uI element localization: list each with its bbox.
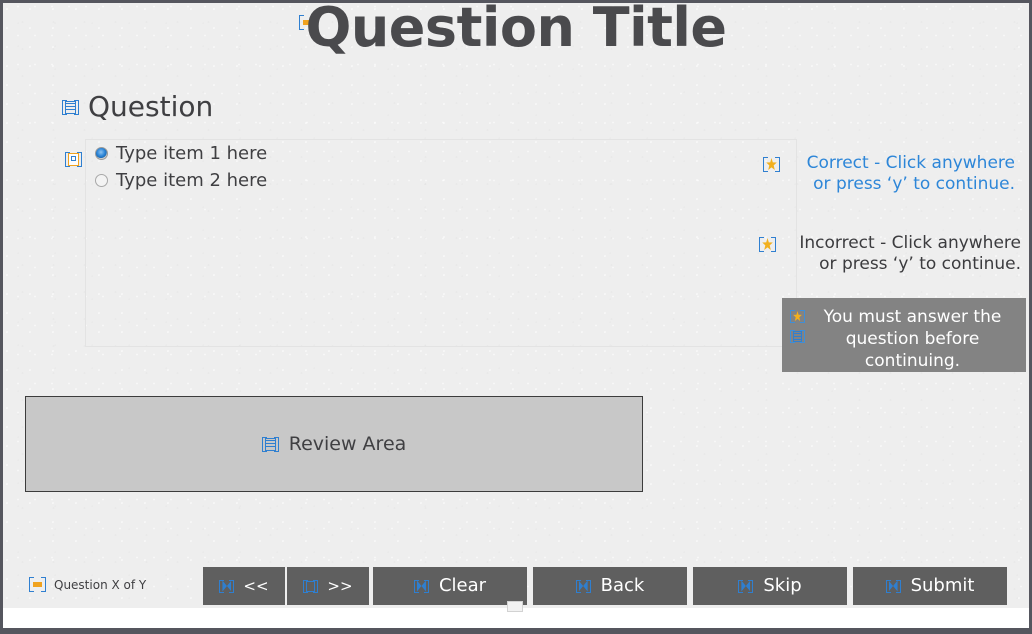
radio-button-2[interactable] (95, 174, 108, 187)
text-lines-glyph (793, 331, 802, 342)
must-answer-line1: You must answer the (823, 307, 1002, 327)
star-glyph (762, 238, 773, 250)
submit-button-label: Submit (910, 575, 975, 596)
shape-object-icon (29, 577, 46, 592)
list-item[interactable]: Type item 1 here (86, 140, 796, 167)
next-button-label: >> (327, 576, 353, 595)
caption-star-icon (790, 310, 805, 323)
choice-label-1: Type item 1 here (116, 142, 268, 164)
question-counter[interactable]: Question X of Y (29, 577, 146, 592)
text-lines-glyph (264, 437, 276, 451)
button-object-icon (738, 579, 754, 593)
button-object-icon (413, 579, 429, 593)
radio-button-1[interactable] (95, 147, 108, 160)
radio-group-icon (65, 152, 82, 167)
clear-button[interactable]: Clear (373, 567, 527, 605)
bowtie-glyph (416, 580, 426, 592)
must-answer-line3: continuing. (864, 350, 961, 371)
bowtie-glyph (741, 580, 751, 592)
correct-feedback-line1: Correct - Click anywhere (806, 153, 1015, 173)
application-window-frame: Question Title Question Type item 1 here… (0, 0, 1032, 634)
skip-button[interactable]: Skip (693, 567, 847, 605)
correct-feedback-line2: or press ‘y’ to continue. (813, 174, 1015, 195)
button-object-icon (219, 579, 235, 593)
caption-star-icon (759, 237, 776, 252)
incorrect-feedback-line2: or press ‘y’ to continue. (819, 254, 1021, 275)
previous-button-label: << (243, 576, 269, 595)
text-block-icon (261, 436, 279, 452)
correct-feedback-caption[interactable]: Correct - Click anywhere or press ‘y’ to… (763, 153, 1015, 196)
caption-star-icon (763, 157, 780, 172)
bowtie-glyph (888, 580, 898, 592)
button-object-icon-hollow (303, 579, 319, 593)
bowtie-hollow-glyph (306, 580, 316, 592)
skip-button-label: Skip (763, 575, 802, 596)
must-answer-line2: question before (845, 328, 980, 349)
back-button-label: Back (600, 575, 645, 596)
incorrect-feedback-caption[interactable]: Incorrect - Click anywhere or press ‘y’ … (759, 233, 1021, 276)
bowtie-glyph (222, 580, 232, 592)
page-title: Question Title (305, 3, 727, 59)
orange-bar-glyph (33, 582, 42, 587)
list-item[interactable]: Type item 2 here (86, 167, 796, 194)
back-button[interactable]: Back (533, 567, 687, 605)
must-answer-caption[interactable]: You must answer the question before cont… (782, 298, 1026, 372)
slide-resize-handle[interactable] (507, 601, 523, 612)
text-block-icon (790, 330, 805, 343)
question-heading-label: Question (88, 90, 214, 123)
text-block-icon (62, 99, 79, 115)
question-counter-label: Question X of Y (54, 577, 147, 592)
clear-button-label: Clear (438, 575, 487, 596)
submit-button[interactable]: Submit (853, 567, 1007, 605)
incorrect-feedback-line1: Incorrect - Click anywhere (799, 233, 1021, 253)
slide-canvas[interactable]: Question Title Question Type item 1 here… (3, 3, 1029, 608)
question-heading[interactable]: Question (62, 93, 213, 121)
review-area[interactable]: Review Area (25, 396, 643, 492)
widget-glyph (68, 153, 79, 166)
review-area-label: Review Area (288, 432, 407, 455)
button-object-icon (885, 579, 901, 593)
next-button[interactable]: >> (287, 567, 369, 605)
button-object-icon (575, 579, 591, 593)
star-glyph (793, 311, 802, 322)
previous-button[interactable]: << (203, 567, 285, 605)
choice-label-2: Type item 2 here (116, 169, 268, 191)
text-lines-glyph (65, 100, 76, 114)
answer-area[interactable]: Type item 1 here Type item 2 here (85, 139, 797, 347)
bowtie-glyph (578, 580, 588, 592)
star-glyph (766, 158, 777, 170)
